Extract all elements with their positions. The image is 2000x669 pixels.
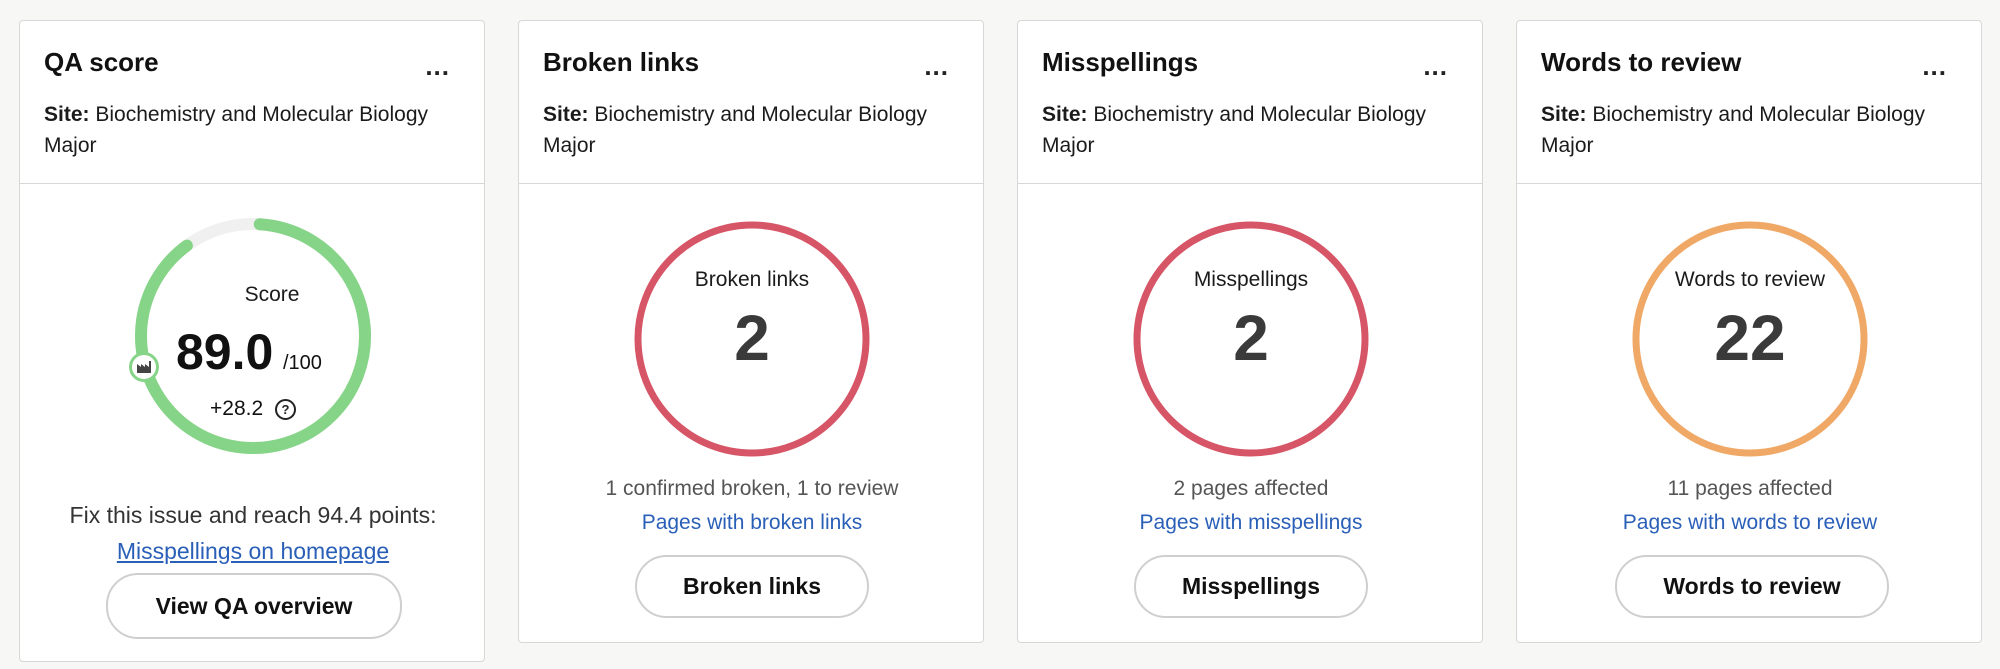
fix-hint: Fix this issue and reach 94.4 points: (69, 502, 437, 528)
ring-label: Words to review (1674, 268, 1826, 291)
words-to-review-card: Words to review ... Site: Biochemistry a… (1516, 20, 1982, 643)
score-value: 89.0 (176, 324, 274, 380)
broken-links-summary: 1 confirmed broken, 1 to review (605, 477, 899, 500)
words-to-review-count: 22 (1714, 302, 1786, 374)
misspellings-button[interactable]: Misspellings (1134, 555, 1368, 618)
words-to-review-summary: 11 pages affected (1667, 477, 1833, 500)
pages-broken-links-link[interactable]: Pages with broken links (519, 511, 985, 535)
misspellings-homepage-link[interactable]: Misspellings on homepage (20, 538, 486, 565)
factory-icon (129, 352, 159, 382)
broken-links-card: Broken links ... Site: Biochemistry and … (518, 20, 984, 643)
pages-words-to-review-link[interactable]: Pages with words to review (1517, 511, 1983, 535)
score-delta: +28.2 (210, 397, 264, 420)
misspellings-card: Misspellings ... Site: Biochemistry and … (1017, 20, 1483, 643)
score-max: /100 (283, 352, 322, 374)
question-circle-icon[interactable]: ? (275, 399, 296, 420)
score-label: Score (244, 283, 300, 306)
misspellings-summary: 2 pages affected (1173, 477, 1329, 500)
words-to-review-button[interactable]: Words to review (1615, 555, 1889, 618)
broken-links-button[interactable]: Broken links (635, 555, 869, 618)
qa-score-card: QA score ... Site: Biochemistry and Mole… (19, 20, 485, 662)
ring-label: Misspellings (1193, 268, 1309, 291)
pages-misspellings-link[interactable]: Pages with misspellings (1018, 511, 1484, 535)
misspellings-count: 2 (1233, 302, 1269, 374)
broken-links-count: 2 (734, 302, 770, 374)
ring-label: Broken links (694, 268, 810, 291)
view-qa-overview-button[interactable]: View QA overview (106, 573, 402, 639)
